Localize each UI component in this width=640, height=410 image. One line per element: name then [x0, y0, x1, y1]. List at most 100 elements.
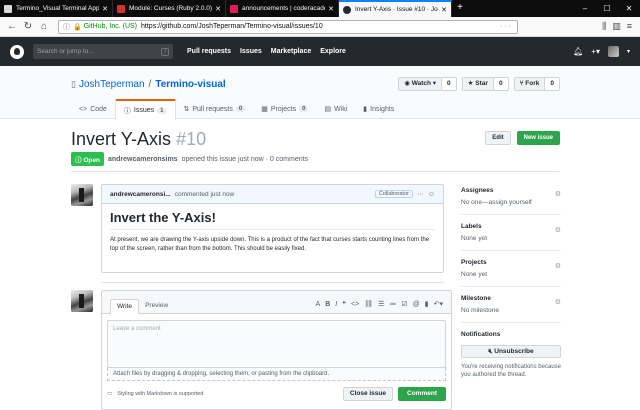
unsubscribe-label: Unsubscribe: [494, 348, 534, 355]
italic-icon[interactable]: I: [335, 301, 337, 308]
toolbar-icons: ⫼ ▥ ≡: [602, 21, 636, 32]
link-icon[interactable]: ⛓: [364, 300, 373, 308]
repo-name-link[interactable]: Termino-visual: [155, 79, 225, 90]
quote-icon[interactable]: ❝: [342, 300, 346, 308]
sidebar-heading: Assignees: [461, 187, 494, 194]
kebab-menu-icon[interactable]: ···: [417, 191, 424, 198]
browser-tab[interactable]: announcements | coderacade ✕: [226, 0, 339, 17]
tab-pull-requests[interactable]: ⇅ Pull requests 0: [176, 99, 254, 119]
url-text[interactable]: https://github.com/JoshTeperman/Termino-…: [141, 23, 323, 30]
maximize-icon[interactable]: ☐: [596, 0, 618, 17]
tab-write[interactable]: Write: [110, 299, 140, 314]
bookmark-icon[interactable]: ▮: [425, 300, 429, 308]
plus-dropdown-icon[interactable]: +▾: [591, 47, 600, 56]
comment-author-link[interactable]: andrewcameronsi...: [110, 191, 171, 198]
comment-timestamp[interactable]: commented just now: [175, 191, 235, 198]
issue-icon: ⓘ: [123, 107, 131, 115]
library-icon[interactable]: ⫼: [602, 21, 606, 32]
browser-tab-active[interactable]: Invert Y-Axis · Issue #10 · JoshT ✕: [339, 0, 452, 17]
back-icon[interactable]: ←: [4, 21, 20, 32]
avatar[interactable]: [71, 290, 93, 312]
numbered-list-icon[interactable]: ≔: [389, 300, 396, 308]
issue-title: Invert Y-Axis #10: [71, 129, 206, 150]
tab-projects[interactable]: ▦ Projects 0: [253, 99, 316, 119]
home-icon[interactable]: ⌂: [36, 21, 52, 32]
close-issue-button[interactable]: Close issue: [342, 387, 394, 401]
project-icon: ▦: [261, 106, 268, 113]
repo-owner-link[interactable]: JoshTeperman: [79, 79, 145, 90]
fork-button[interactable]: ⑂ Fork 0: [513, 77, 560, 91]
fork-count[interactable]: 0: [545, 78, 559, 90]
reply-icon[interactable]: ↶▾: [434, 300, 443, 308]
browser-tab[interactable]: Module: Curses (Ruby 2.0.0) ✕: [113, 0, 226, 17]
github-logo-icon[interactable]: [10, 44, 24, 59]
header-actions: 🔔︎ +▾ ▾: [573, 46, 630, 57]
gear-icon[interactable]: ⚙: [555, 226, 561, 234]
bold-icon[interactable]: B: [325, 301, 330, 308]
bulleted-list-icon[interactable]: ☰: [378, 300, 384, 308]
sidebar-icon[interactable]: ▥: [612, 21, 621, 32]
nav-issues[interactable]: Issues: [240, 48, 262, 55]
info-icon[interactable]: ⓘ: [63, 22, 70, 32]
tab-close-icon[interactable]: ✕: [102, 5, 108, 13]
issue-author-link[interactable]: andrewcameronsims: [108, 156, 178, 163]
avatar[interactable]: [607, 46, 619, 57]
heading-icon[interactable]: A: [316, 301, 321, 308]
minimize-icon[interactable]: –: [574, 0, 596, 17]
comment-box: andrewcameronsi... commented just now Co…: [101, 184, 444, 273]
collaborator-badge: Collaborator: [374, 190, 413, 198]
status-badge: ⓘ Open: [71, 152, 104, 166]
gear-icon[interactable]: ⚙: [555, 298, 561, 306]
file-attach-bar[interactable]: Attach files by dragging & dropping, sel…: [107, 368, 446, 381]
reload-icon[interactable]: ↻: [20, 21, 36, 32]
search-input[interactable]: Search or jump to... /: [33, 44, 173, 59]
mention-icon[interactable]: @: [413, 301, 420, 308]
timeline-divider: [101, 282, 444, 283]
nav-explore[interactable]: Explore: [320, 48, 346, 55]
new-issue-button[interactable]: New issue: [516, 131, 560, 145]
search-shortcut-badge: /: [161, 47, 169, 56]
tab-close-icon[interactable]: ✕: [441, 6, 447, 14]
menu-icon[interactable]: ≡: [627, 21, 632, 32]
chevron-down-icon[interactable]: ▾: [627, 48, 630, 55]
watch-count[interactable]: 0: [442, 78, 456, 90]
bell-icon[interactable]: 🔔︎: [573, 47, 583, 56]
issue-meta-text: opened this issue just now · 0 comments: [181, 155, 309, 163]
gear-icon[interactable]: ⚙: [555, 190, 561, 198]
tab-count: 1: [157, 107, 167, 114]
task-list-icon[interactable]: ☑: [401, 300, 407, 308]
nav-marketplace[interactable]: Marketplace: [271, 48, 311, 55]
notifications-header: Notifications: [461, 331, 561, 345]
watch-label: Watch ▾: [411, 80, 437, 87]
unsubscribe-button[interactable]: 🔇︎ Unsubscribe: [461, 345, 561, 358]
close-window-icon[interactable]: ✕: [618, 0, 640, 17]
assign-yourself-link[interactable]: No one—assign yourself: [461, 199, 561, 206]
tab-insights[interactable]: ▮ Insights: [355, 99, 402, 119]
avatar[interactable]: [71, 184, 93, 206]
tab-wiki[interactable]: ▤ Wiki: [316, 99, 355, 119]
tab-close-icon[interactable]: ✕: [328, 5, 334, 13]
url-bar[interactable]: ⓘ 🔒 GitHub, Inc. (US) https://github.com…: [58, 19, 518, 34]
new-tab-button[interactable]: +: [452, 0, 468, 17]
markdown-link[interactable]: Styling with Markdown is supported: [117, 391, 203, 397]
sidebar-notifications: Notifications 🔇︎ Unsubscribe You're rece…: [461, 331, 561, 379]
comment-button[interactable]: Comment: [398, 387, 446, 401]
tab-close-icon[interactable]: ✕: [215, 5, 221, 13]
star-button[interactable]: ★ Star 0: [461, 77, 509, 91]
tab-code[interactable]: <> Code: [71, 99, 115, 119]
page-actions-icon[interactable]: ···: [500, 23, 513, 30]
sidebar-heading: Projects: [461, 259, 487, 266]
star-count[interactable]: 0: [493, 78, 508, 90]
tab-preview[interactable]: Preview: [139, 299, 174, 313]
repo-title: ▯ JoshTeperman / Termino-visual: [71, 79, 226, 90]
edit-button[interactable]: Edit: [485, 131, 511, 145]
tab-issues[interactable]: ⓘ Issues 1: [114, 99, 176, 120]
add-reaction-icon[interactable]: ☺: [428, 191, 435, 198]
tab-title: announcements | coderacade: [242, 5, 326, 12]
code-icon[interactable]: <>: [351, 301, 359, 308]
nav-pull-requests[interactable]: Pull requests: [187, 48, 231, 55]
comment-textarea[interactable]: Leave a comment: [107, 320, 446, 368]
watch-button[interactable]: ◉ Watch ▾ 0: [398, 77, 457, 91]
browser-tab[interactable]: Termino_Visual Terminal App | ✕: [0, 0, 113, 17]
gear-icon[interactable]: ⚙: [555, 262, 561, 270]
